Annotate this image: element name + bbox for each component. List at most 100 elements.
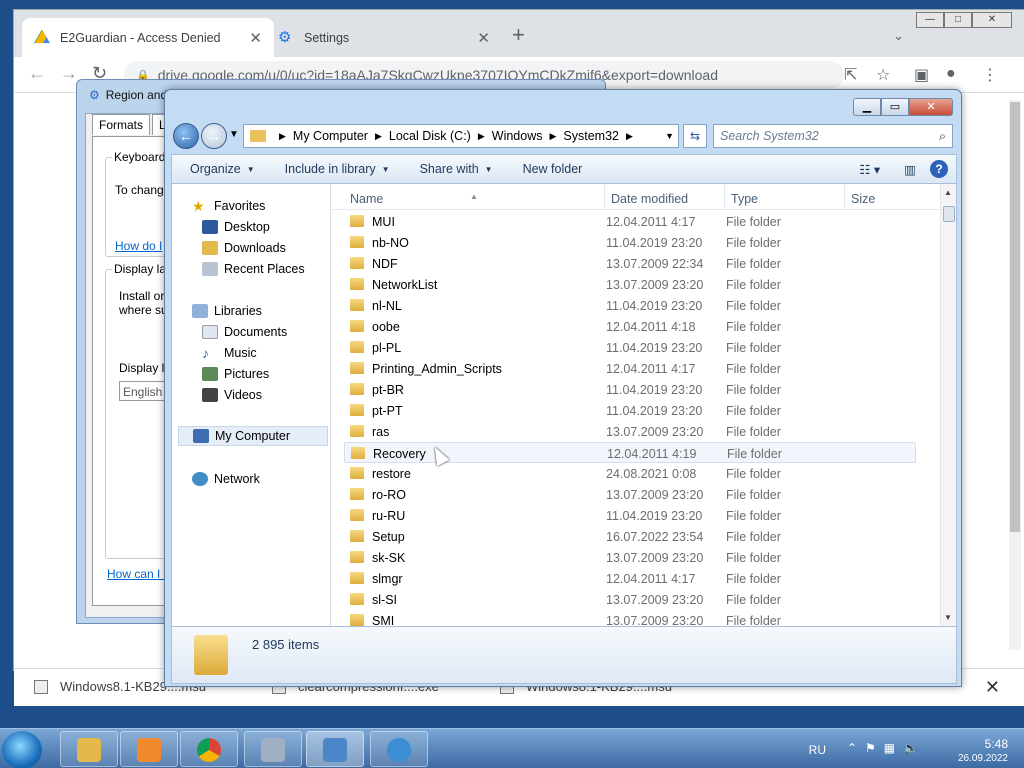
network-status-icon[interactable]: ▦: [884, 741, 895, 755]
folder-icon: [350, 614, 364, 626]
action-center-icon[interactable]: ⚑: [865, 741, 876, 755]
organize-button[interactable]: Organize ▼: [190, 162, 255, 176]
folder-icon: [350, 299, 364, 311]
folder-icon: [350, 236, 364, 248]
explorer-folder-icon: [77, 738, 101, 762]
chevron-up-icon[interactable]: ⌃: [847, 741, 857, 755]
breadcrumb-item[interactable]: My Computer: [293, 129, 368, 143]
tab-formats[interactable]: Formats: [92, 114, 151, 135]
table-row[interactable]: ras 13.07.2009 23:20 File folder: [344, 421, 916, 442]
page-scrollbar[interactable]: [1009, 100, 1021, 650]
table-row[interactable]: ru-RU 11.04.2019 23:20 File folder: [344, 505, 916, 526]
minimize-button[interactable]: —: [916, 12, 944, 28]
share-with-button[interactable]: Share with ▼: [420, 162, 493, 176]
taskbar-network[interactable]: [370, 731, 428, 767]
media-player-icon: [137, 738, 161, 762]
breadcrumb-item[interactable]: System32: [563, 129, 619, 143]
table-row[interactable]: oobe 12.04.2011 4:18 File folder: [344, 316, 916, 337]
scroll-thumb[interactable]: [943, 206, 955, 222]
nav-item-pictures[interactable]: Pictures: [172, 364, 330, 384]
nav-item-network[interactable]: Network: [172, 469, 330, 489]
table-row[interactable]: NetworkList 13.07.2009 23:20 File folder: [344, 274, 916, 295]
column-date-modified[interactable]: Date modified: [611, 192, 688, 206]
close-button[interactable]: ✕: [972, 12, 1012, 28]
language-indicator[interactable]: RU: [809, 743, 826, 757]
help-icon[interactable]: ?: [930, 160, 948, 178]
table-row[interactable]: pt-PT 11.04.2019 23:20 File folder: [344, 400, 916, 421]
clock-date[interactable]: 26.09.2022: [938, 753, 1008, 764]
table-row[interactable]: ro-RO 13.07.2009 23:20 File folder: [344, 484, 916, 505]
table-row[interactable]: Setup 16.07.2022 23:54 File folder: [344, 526, 916, 547]
close-icon[interactable]: ✕: [477, 29, 490, 47]
back-icon[interactable]: ←: [28, 63, 46, 84]
table-row[interactable]: nl-NL 11.04.2019 23:20 File folder: [344, 295, 916, 316]
nav-item-downloads[interactable]: Downloads: [172, 238, 330, 258]
new-folder-button[interactable]: New folder: [523, 162, 583, 176]
refresh-icon[interactable]: ⇆: [683, 124, 707, 148]
share-icon[interactable]: ⇱: [844, 65, 857, 85]
search-input[interactable]: Search System32 ⌕: [713, 124, 953, 148]
folder-icon: [350, 215, 364, 227]
file-date: 12.04.2011 4:19: [607, 447, 697, 461]
nav-item-music[interactable]: ♪ Music: [172, 343, 330, 363]
help-link[interactable]: How can I i: [107, 567, 166, 581]
address-bar[interactable]: ▶ My Computer ▶ Local Disk (C:) ▶ Window…: [243, 124, 679, 148]
nav-item-documents[interactable]: Documents: [172, 322, 330, 342]
include-in-library-button[interactable]: Include in library ▼: [285, 162, 390, 176]
taskbar-explorer[interactable]: [60, 731, 118, 767]
file-type: File folder: [726, 257, 781, 271]
table-row[interactable]: pl-PL 11.04.2019 23:20 File folder: [344, 337, 916, 358]
minimize-button[interactable]: ▁: [853, 98, 881, 116]
close-button[interactable]: ✕: [909, 98, 953, 116]
tab-settings[interactable]: ⚙ Settings ✕: [266, 18, 502, 57]
taskbar-chrome[interactable]: [180, 731, 238, 767]
nav-item-favorites[interactable]: ★ Favorites: [172, 196, 330, 216]
start-button[interactable]: [2, 731, 42, 768]
column-type[interactable]: Type: [731, 192, 758, 206]
taskbar-control-panel[interactable]: [306, 731, 364, 767]
nav-item-videos[interactable]: Videos: [172, 385, 330, 405]
table-row[interactable]: Printing_Admin_Scripts 12.04.2011 4:17 Fil…: [344, 358, 916, 379]
recent-pages-dropdown[interactable]: ▼: [229, 129, 239, 140]
side-panel-icon[interactable]: ▣: [914, 65, 929, 85]
table-row[interactable]: nb-NO 11.04.2019 23:20 File folder: [344, 232, 916, 253]
maximize-button[interactable]: □: [944, 12, 972, 28]
file-list-scrollbar[interactable]: ▲ ▼: [940, 184, 956, 626]
taskbar-installer[interactable]: [244, 731, 302, 767]
table-row[interactable]: NDF 13.07.2009 22:34 File folder: [344, 253, 916, 274]
profile-icon[interactable]: ●: [946, 65, 956, 83]
table-row[interactable]: sk-SK 13.07.2009 23:20 File folder: [344, 547, 916, 568]
close-icon[interactable]: ✕: [249, 29, 262, 47]
forward-arrow-icon[interactable]: →: [201, 123, 227, 149]
volume-icon[interactable]: 🔈: [903, 741, 918, 755]
breadcrumb-item[interactable]: Windows: [492, 129, 543, 143]
nav-item-recent-places[interactable]: Recent Places: [172, 259, 330, 279]
nav-item-libraries[interactable]: Libraries: [172, 301, 330, 321]
close-icon[interactable]: ✕: [985, 677, 1000, 698]
view-options-icon[interactable]: ☷ ▾: [859, 162, 880, 177]
table-row[interactable]: pt-BR 11.04.2019 23:20 File folder: [344, 379, 916, 400]
taskbar-media-player[interactable]: [120, 731, 178, 767]
new-tab-button[interactable]: +: [512, 24, 525, 46]
column-size[interactable]: Size: [851, 192, 875, 206]
bookmark-star-icon[interactable]: ☆: [876, 65, 890, 85]
menu-icon[interactable]: ⋮: [982, 65, 998, 85]
nav-item-my-computer[interactable]: My Computer: [178, 426, 328, 446]
table-row[interactable]: sl-SI 13.07.2009 23:20 File folder: [344, 589, 916, 610]
back-arrow-icon[interactable]: ←: [173, 123, 199, 149]
navigation-row: ← → ▼ ▶ My Computer ▶ Local Disk (C:) ▶ …: [171, 122, 957, 150]
table-row[interactable]: MUI 12.04.2011 4:17 File folder: [344, 211, 916, 232]
tab-e2guardian[interactable]: E2Guardian - Access Denied ✕: [22, 18, 274, 57]
tab-search-icon[interactable]: ⌄: [893, 28, 904, 44]
table-row[interactable]: restore 24.08.2021 0:08 File folder: [344, 463, 916, 484]
table-row[interactable]: slmgr 12.04.2011 4:17 File folder: [344, 568, 916, 589]
breadcrumb-item[interactable]: Local Disk (C:): [389, 129, 471, 143]
column-name[interactable]: Name: [350, 192, 383, 206]
forward-icon[interactable]: →: [60, 63, 78, 84]
chevron-down-icon[interactable]: ▼: [665, 131, 674, 141]
maximize-button[interactable]: ▭: [881, 98, 909, 116]
preview-pane-icon[interactable]: ▥: [904, 162, 916, 177]
nav-item-desktop[interactable]: Desktop: [172, 217, 330, 237]
help-link[interactable]: How do I: [115, 239, 162, 253]
clock-time[interactable]: 5:48: [938, 737, 1008, 751]
